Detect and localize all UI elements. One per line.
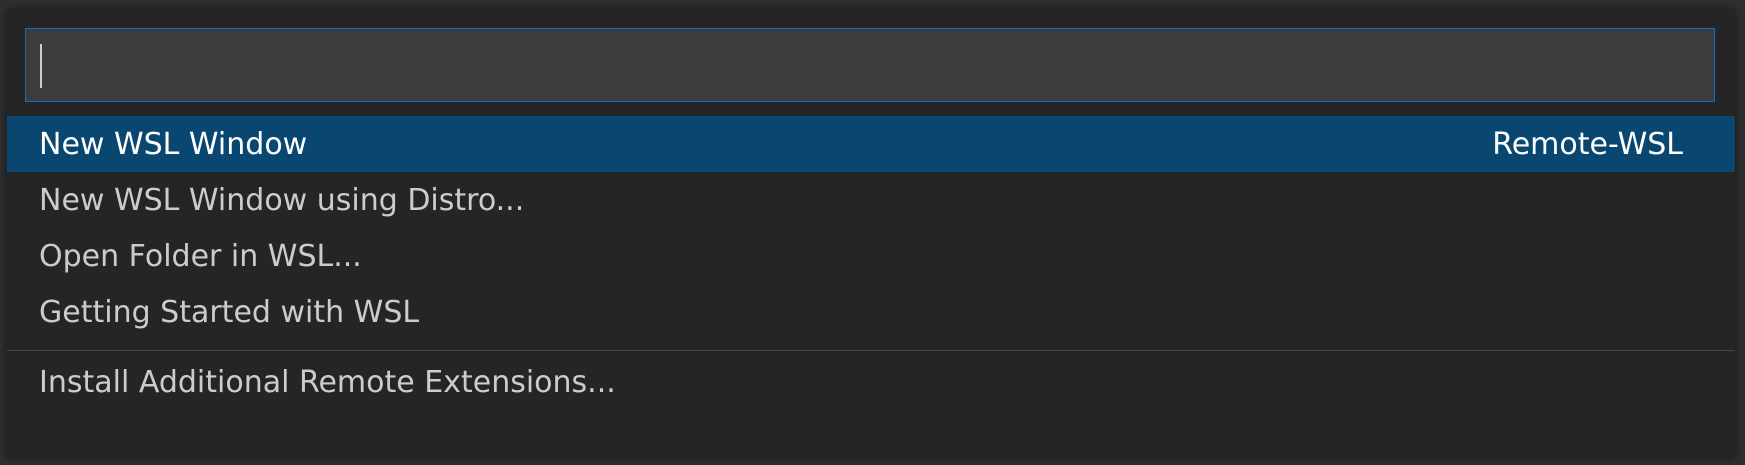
quick-pick-item-label: New WSL Window using Distro... bbox=[39, 182, 525, 218]
quick-pick-item-label: New WSL Window bbox=[39, 126, 308, 162]
quick-pick-item-detail: Remote-WSL bbox=[1492, 126, 1683, 162]
quick-pick-search-box[interactable] bbox=[25, 28, 1715, 102]
quick-pick-search-input[interactable] bbox=[44, 29, 1704, 101]
quick-pick-item-label: Install Additional Remote Extensions... bbox=[39, 364, 616, 400]
quick-pick-item-new-wsl-window[interactable]: New WSL Window Remote-WSL bbox=[7, 116, 1735, 172]
window-frame: New WSL Window Remote-WSL New WSL Window… bbox=[0, 0, 1745, 465]
quick-pick-item-open-folder-wsl[interactable]: Open Folder in WSL... bbox=[7, 228, 1735, 284]
quick-pick-palette: New WSL Window Remote-WSL New WSL Window… bbox=[7, 10, 1735, 457]
quick-pick-item-label: Open Folder in WSL... bbox=[39, 238, 362, 274]
quick-pick-item-install-remote-extensions[interactable]: Install Additional Remote Extensions... bbox=[7, 351, 1735, 413]
quick-pick-item-new-wsl-window-distro[interactable]: New WSL Window using Distro... bbox=[7, 172, 1735, 228]
quick-pick-list: New WSL Window Remote-WSL New WSL Window… bbox=[7, 116, 1735, 413]
text-caret bbox=[40, 44, 42, 88]
quick-pick-item-getting-started-wsl[interactable]: Getting Started with WSL bbox=[7, 284, 1735, 340]
quick-pick-item-label: Getting Started with WSL bbox=[39, 294, 420, 330]
